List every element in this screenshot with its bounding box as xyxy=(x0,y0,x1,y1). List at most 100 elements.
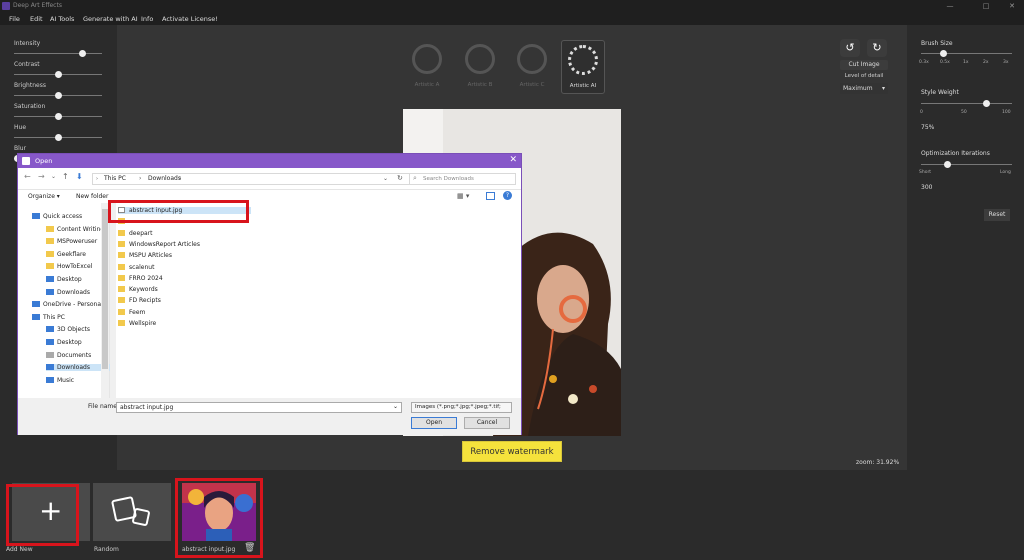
artistic-b-icon xyxy=(465,44,495,74)
nav-item-label: MSPoweruser xyxy=(57,238,98,246)
forward-arrow-icon[interactable]: → xyxy=(38,172,45,181)
cancel-button[interactable]: Cancel xyxy=(464,417,510,429)
file-item[interactable]: Wellspire xyxy=(118,320,156,327)
slider-knob-contrast[interactable] xyxy=(54,71,62,78)
level-of-detail-label: Level of detail xyxy=(844,73,884,79)
mode-artistic-b[interactable]: Artistic B xyxy=(458,40,502,94)
brush-size-track[interactable] xyxy=(921,53,1012,54)
trash-icon[interactable]: 🗑 xyxy=(244,543,255,553)
menu-activate-license[interactable]: Activate License! xyxy=(162,15,218,23)
tick-label: 3x xyxy=(1003,60,1009,65)
menu-ai-tools[interactable]: AI Tools xyxy=(50,15,74,23)
nav-item-label: Quick access xyxy=(43,213,83,220)
file-item-label: WindowsReport Articles xyxy=(129,240,200,248)
nav-item[interactable]: 3D Objects xyxy=(46,326,90,333)
nav-item-label: 3D Objects xyxy=(57,326,91,334)
nav-item[interactable]: Documents xyxy=(46,351,92,359)
chevron-down-icon[interactable]: ⌄ xyxy=(51,173,56,180)
rotate-right-button[interactable]: ↻ xyxy=(867,39,887,57)
nav-item[interactable]: Desktop xyxy=(46,339,82,346)
rotate-left-button[interactable]: ↺ xyxy=(840,39,860,57)
chevron-down-icon: ▾ xyxy=(881,85,885,92)
nav-item[interactable]: Music xyxy=(46,376,74,384)
folder-icon xyxy=(118,263,125,270)
folder-icon xyxy=(118,320,125,326)
slider-knob-intensity[interactable] xyxy=(78,50,86,57)
level-of-detail-select[interactable]: Maximum ▾ xyxy=(840,83,888,94)
nav-item[interactable]: Quick access xyxy=(32,213,82,220)
brush-size-knob[interactable] xyxy=(940,50,947,57)
breadcrumb-downloads[interactable]: Downloads xyxy=(148,175,181,182)
obj-icon xyxy=(46,326,54,333)
file-item[interactable]: Feem xyxy=(118,308,145,316)
nav-item-label: Downloads xyxy=(57,288,90,296)
search-field[interactable]: ⌕ Search Downloads xyxy=(409,173,516,185)
reset-button[interactable]: Reset xyxy=(984,209,1010,221)
random-thumbnail[interactable] xyxy=(93,483,171,541)
file-item-label: Keywords xyxy=(129,286,158,294)
style-weight-knob[interactable] xyxy=(983,100,990,107)
nav-item[interactable]: This PC xyxy=(32,313,65,321)
folder-icon xyxy=(118,286,125,293)
nav-item-label: Desktop xyxy=(57,276,82,283)
slider-knob-saturation[interactable] xyxy=(54,113,62,120)
minimize-button[interactable]: — xyxy=(940,1,960,11)
address-bar[interactable]: › This PC › Downloads › ⌄ ↻ xyxy=(92,173,410,185)
nav-item[interactable]: Content Writing xyxy=(46,225,104,233)
nav-scrollbar[interactable] xyxy=(101,203,109,398)
refresh-icon[interactable]: ↻ xyxy=(397,174,403,182)
file-list: abstract input.jpg deepart WindowsReport A… xyxy=(116,203,521,398)
slider-label-intensity: Intensity xyxy=(14,40,41,47)
nav-item[interactable]: OneDrive - Personal xyxy=(32,301,103,308)
nav-item[interactable]: Downloads xyxy=(46,288,90,296)
preview-pane-icon[interactable] xyxy=(486,192,495,200)
back-arrow-icon[interactable]: ← xyxy=(24,172,31,181)
nav-item[interactable]: HowToExcel xyxy=(46,263,92,270)
nav-item-label: Documents xyxy=(57,351,92,359)
remove-watermark-button[interactable]: Remove watermark xyxy=(462,441,562,462)
file-item[interactable]: MSPU ARticles xyxy=(118,252,172,259)
file-item[interactable]: scalenut xyxy=(118,263,154,271)
slider-knob-brightness[interactable] xyxy=(54,92,62,99)
file-item[interactable]: deepart xyxy=(118,229,153,237)
slider-label-brightness: Brightness xyxy=(14,82,46,89)
open-button[interactable]: Open xyxy=(411,417,457,429)
mode-artistic-ai[interactable]: Artistic AI xyxy=(561,40,605,94)
cut-image-button[interactable]: Cut Image xyxy=(840,60,888,70)
slider-track-intensity[interactable] xyxy=(14,53,102,54)
optimization-knob[interactable] xyxy=(944,161,951,168)
nav-item[interactable]: MSPoweruser xyxy=(46,238,97,245)
view-options-icon[interactable]: ▦ ▾ xyxy=(457,192,469,200)
style-weight-track[interactable] xyxy=(921,103,1012,104)
mode-artistic-c[interactable]: Artistic C xyxy=(510,40,554,94)
new-folder-button[interactable]: New folder xyxy=(76,193,108,200)
chevron-down-icon[interactable]: ⌄ xyxy=(393,403,398,410)
help-icon[interactable]: ? xyxy=(503,191,512,200)
chevron-down-icon[interactable]: ⌄ xyxy=(383,175,388,182)
file-item-label: deepart xyxy=(129,229,153,237)
nav-scrollbar-thumb[interactable] xyxy=(102,209,108,369)
mode-artistic-a[interactable]: Artistic A xyxy=(405,40,449,94)
file-item[interactable]: WindowsReport Articles xyxy=(118,240,200,248)
maximize-button[interactable]: □ xyxy=(976,1,996,11)
file-item[interactable]: FD Recipts xyxy=(118,297,161,304)
menu-edit[interactable]: Edit xyxy=(30,15,43,23)
menu-info[interactable]: Info xyxy=(141,15,153,23)
organize-button[interactable]: Organize ▾ xyxy=(28,193,60,200)
file-item[interactable]: FRRO 2024 xyxy=(118,274,163,282)
up-arrow-icon[interactable]: ↑ xyxy=(62,172,69,181)
nav-item[interactable]: Geekflare xyxy=(46,250,86,258)
nav-item[interactable]: Desktop xyxy=(46,276,82,283)
file-item[interactable]: Keywords xyxy=(118,286,158,293)
breadcrumb-separator: › xyxy=(179,175,182,182)
close-window-button[interactable]: ✕ xyxy=(1002,1,1022,11)
file-type-filter[interactable]: Images (*.png;*.jpg;*.jpeg;*.tif; xyxy=(411,402,512,413)
menu-file[interactable]: File xyxy=(9,15,20,23)
close-icon[interactable]: ✕ xyxy=(509,155,517,165)
breadcrumb-this-pc[interactable]: This PC xyxy=(104,175,126,182)
desktop-icon xyxy=(46,276,54,282)
menu-generate-with-ai[interactable]: Generate with AI xyxy=(83,15,138,23)
file-name-input[interactable]: abstract input.jpg ⌄ xyxy=(116,402,402,413)
slider-knob-hue[interactable] xyxy=(54,134,62,141)
optimization-track[interactable] xyxy=(921,164,1012,165)
